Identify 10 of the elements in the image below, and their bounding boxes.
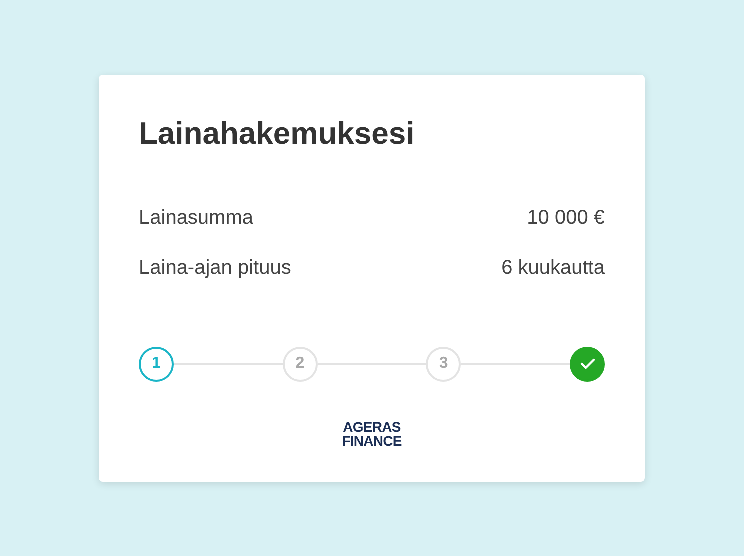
- detail-label: Lainasumma: [139, 206, 254, 230]
- detail-label: Laina-ajan pituus: [139, 256, 292, 280]
- detail-value: 6 kuukautta: [502, 256, 605, 280]
- step-number: 3: [426, 346, 462, 382]
- step-number: 2: [282, 346, 318, 382]
- logo: AGERAS FINANCE: [342, 420, 402, 448]
- card-title: Lainahakemuksesi: [139, 114, 415, 152]
- detail-value: 10 000 €: [527, 206, 605, 230]
- step-number: 1: [139, 346, 174, 382]
- check-icon: [580, 358, 596, 370]
